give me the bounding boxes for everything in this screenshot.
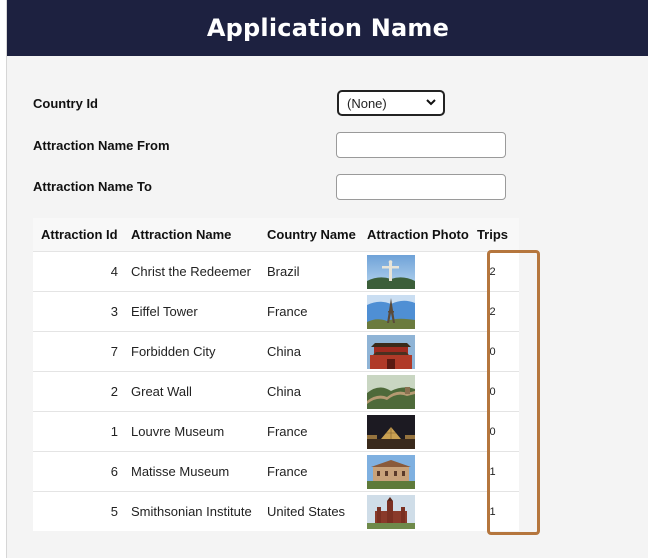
country-id-select[interactable]: (None) xyxy=(337,90,445,116)
country-name-cell: United States xyxy=(267,504,346,519)
table-row[interactable]: 7 Forbidden City China 0 xyxy=(33,331,519,371)
attraction-name-cell: Forbidden City xyxy=(131,344,216,359)
country-name-cell: China xyxy=(267,384,301,399)
country-id-selected-value: (None) xyxy=(347,95,387,111)
attraction-name-cell: Louvre Museum xyxy=(131,424,225,439)
attraction-name-to-label: Attraction Name To xyxy=(33,179,152,194)
attraction-name-cell: Eiffel Tower xyxy=(131,304,198,319)
trips-cell: 2 xyxy=(489,265,496,278)
country-name-cell: France xyxy=(267,464,308,479)
attraction-name-from-input[interactable] xyxy=(336,132,506,158)
great-wall-photo xyxy=(367,374,415,409)
attraction-id-cell: 1 xyxy=(110,424,118,439)
country-name-cell: France xyxy=(267,304,308,319)
attraction-name-cell: Christ the Redeemer xyxy=(131,264,251,279)
attraction-photo-cell xyxy=(354,374,466,409)
attraction-name-from-label: Attraction Name From xyxy=(33,138,170,153)
matisse-museum-photo xyxy=(367,454,415,489)
table-row[interactable]: 3 Eiffel Tower France 2 xyxy=(33,291,519,331)
column-header-attraction-name[interactable]: Attraction Name xyxy=(118,227,254,242)
trips-cell: 1 xyxy=(489,505,496,518)
attraction-id-cell: 5 xyxy=(110,504,118,519)
trips-cell: 1 xyxy=(489,465,496,478)
column-header-trips[interactable]: Trips xyxy=(466,227,519,242)
column-header-attraction-photo[interactable]: Attraction Photo xyxy=(354,227,469,242)
table-row[interactable]: 1 Louvre Museum France 0 xyxy=(33,411,519,451)
attraction-name-cell: Smithsonian Institute xyxy=(131,504,252,519)
attraction-id-cell: 2 xyxy=(110,384,118,399)
attraction-photo-cell xyxy=(354,334,466,369)
country-name-cell: Brazil xyxy=(267,264,300,279)
table-row[interactable]: 2 Great Wall China 0 xyxy=(33,371,519,411)
christ-statue-photo xyxy=(367,254,415,289)
attraction-id-cell: 6 xyxy=(110,464,118,479)
attraction-photo-cell xyxy=(354,254,466,289)
trips-cell: 0 xyxy=(489,385,496,398)
grid-header-row: Attraction Id Attraction Name Country Na… xyxy=(33,218,519,251)
forbidden-city-photo xyxy=(367,334,415,369)
attraction-photo-cell xyxy=(354,454,466,489)
app-window: Application Name Country Id (None) Attra… xyxy=(6,0,648,558)
column-header-attraction-id[interactable]: Attraction Id xyxy=(33,227,118,242)
table-row[interactable]: 4 Christ the Redeemer Brazil 2 xyxy=(33,251,519,291)
trips-cell: 0 xyxy=(489,345,496,358)
attraction-photo-cell xyxy=(354,494,466,529)
country-name-cell: France xyxy=(267,424,308,439)
trips-cell: 0 xyxy=(489,425,496,438)
app-title: Application Name xyxy=(206,14,450,42)
trips-cell: 2 xyxy=(489,305,496,318)
app-header: Application Name xyxy=(7,0,648,56)
attraction-photo-cell xyxy=(354,414,466,449)
smithsonian-photo xyxy=(367,494,415,529)
table-row[interactable]: 6 Matisse Museum France 1 xyxy=(33,451,519,491)
attraction-id-cell: 3 xyxy=(110,304,118,319)
attraction-name-cell: Great Wall xyxy=(131,384,192,399)
attraction-id-cell: 4 xyxy=(110,264,118,279)
attraction-id-cell: 7 xyxy=(110,344,118,359)
table-row[interactable]: 5 Smithsonian Institute United States 1 xyxy=(33,491,519,531)
attraction-name-cell: Matisse Museum xyxy=(131,464,230,479)
eiffel-tower-photo xyxy=(367,294,415,329)
louvre-photo xyxy=(367,414,415,449)
attraction-name-to-input[interactable] xyxy=(336,174,506,200)
attractions-grid: Attraction Id Attraction Name Country Na… xyxy=(33,218,519,531)
chevron-down-icon xyxy=(426,99,436,106)
country-name-cell: China xyxy=(267,344,301,359)
column-header-country-name[interactable]: Country Name xyxy=(254,227,356,242)
country-id-label: Country Id xyxy=(33,96,98,111)
attraction-photo-cell xyxy=(354,294,466,329)
